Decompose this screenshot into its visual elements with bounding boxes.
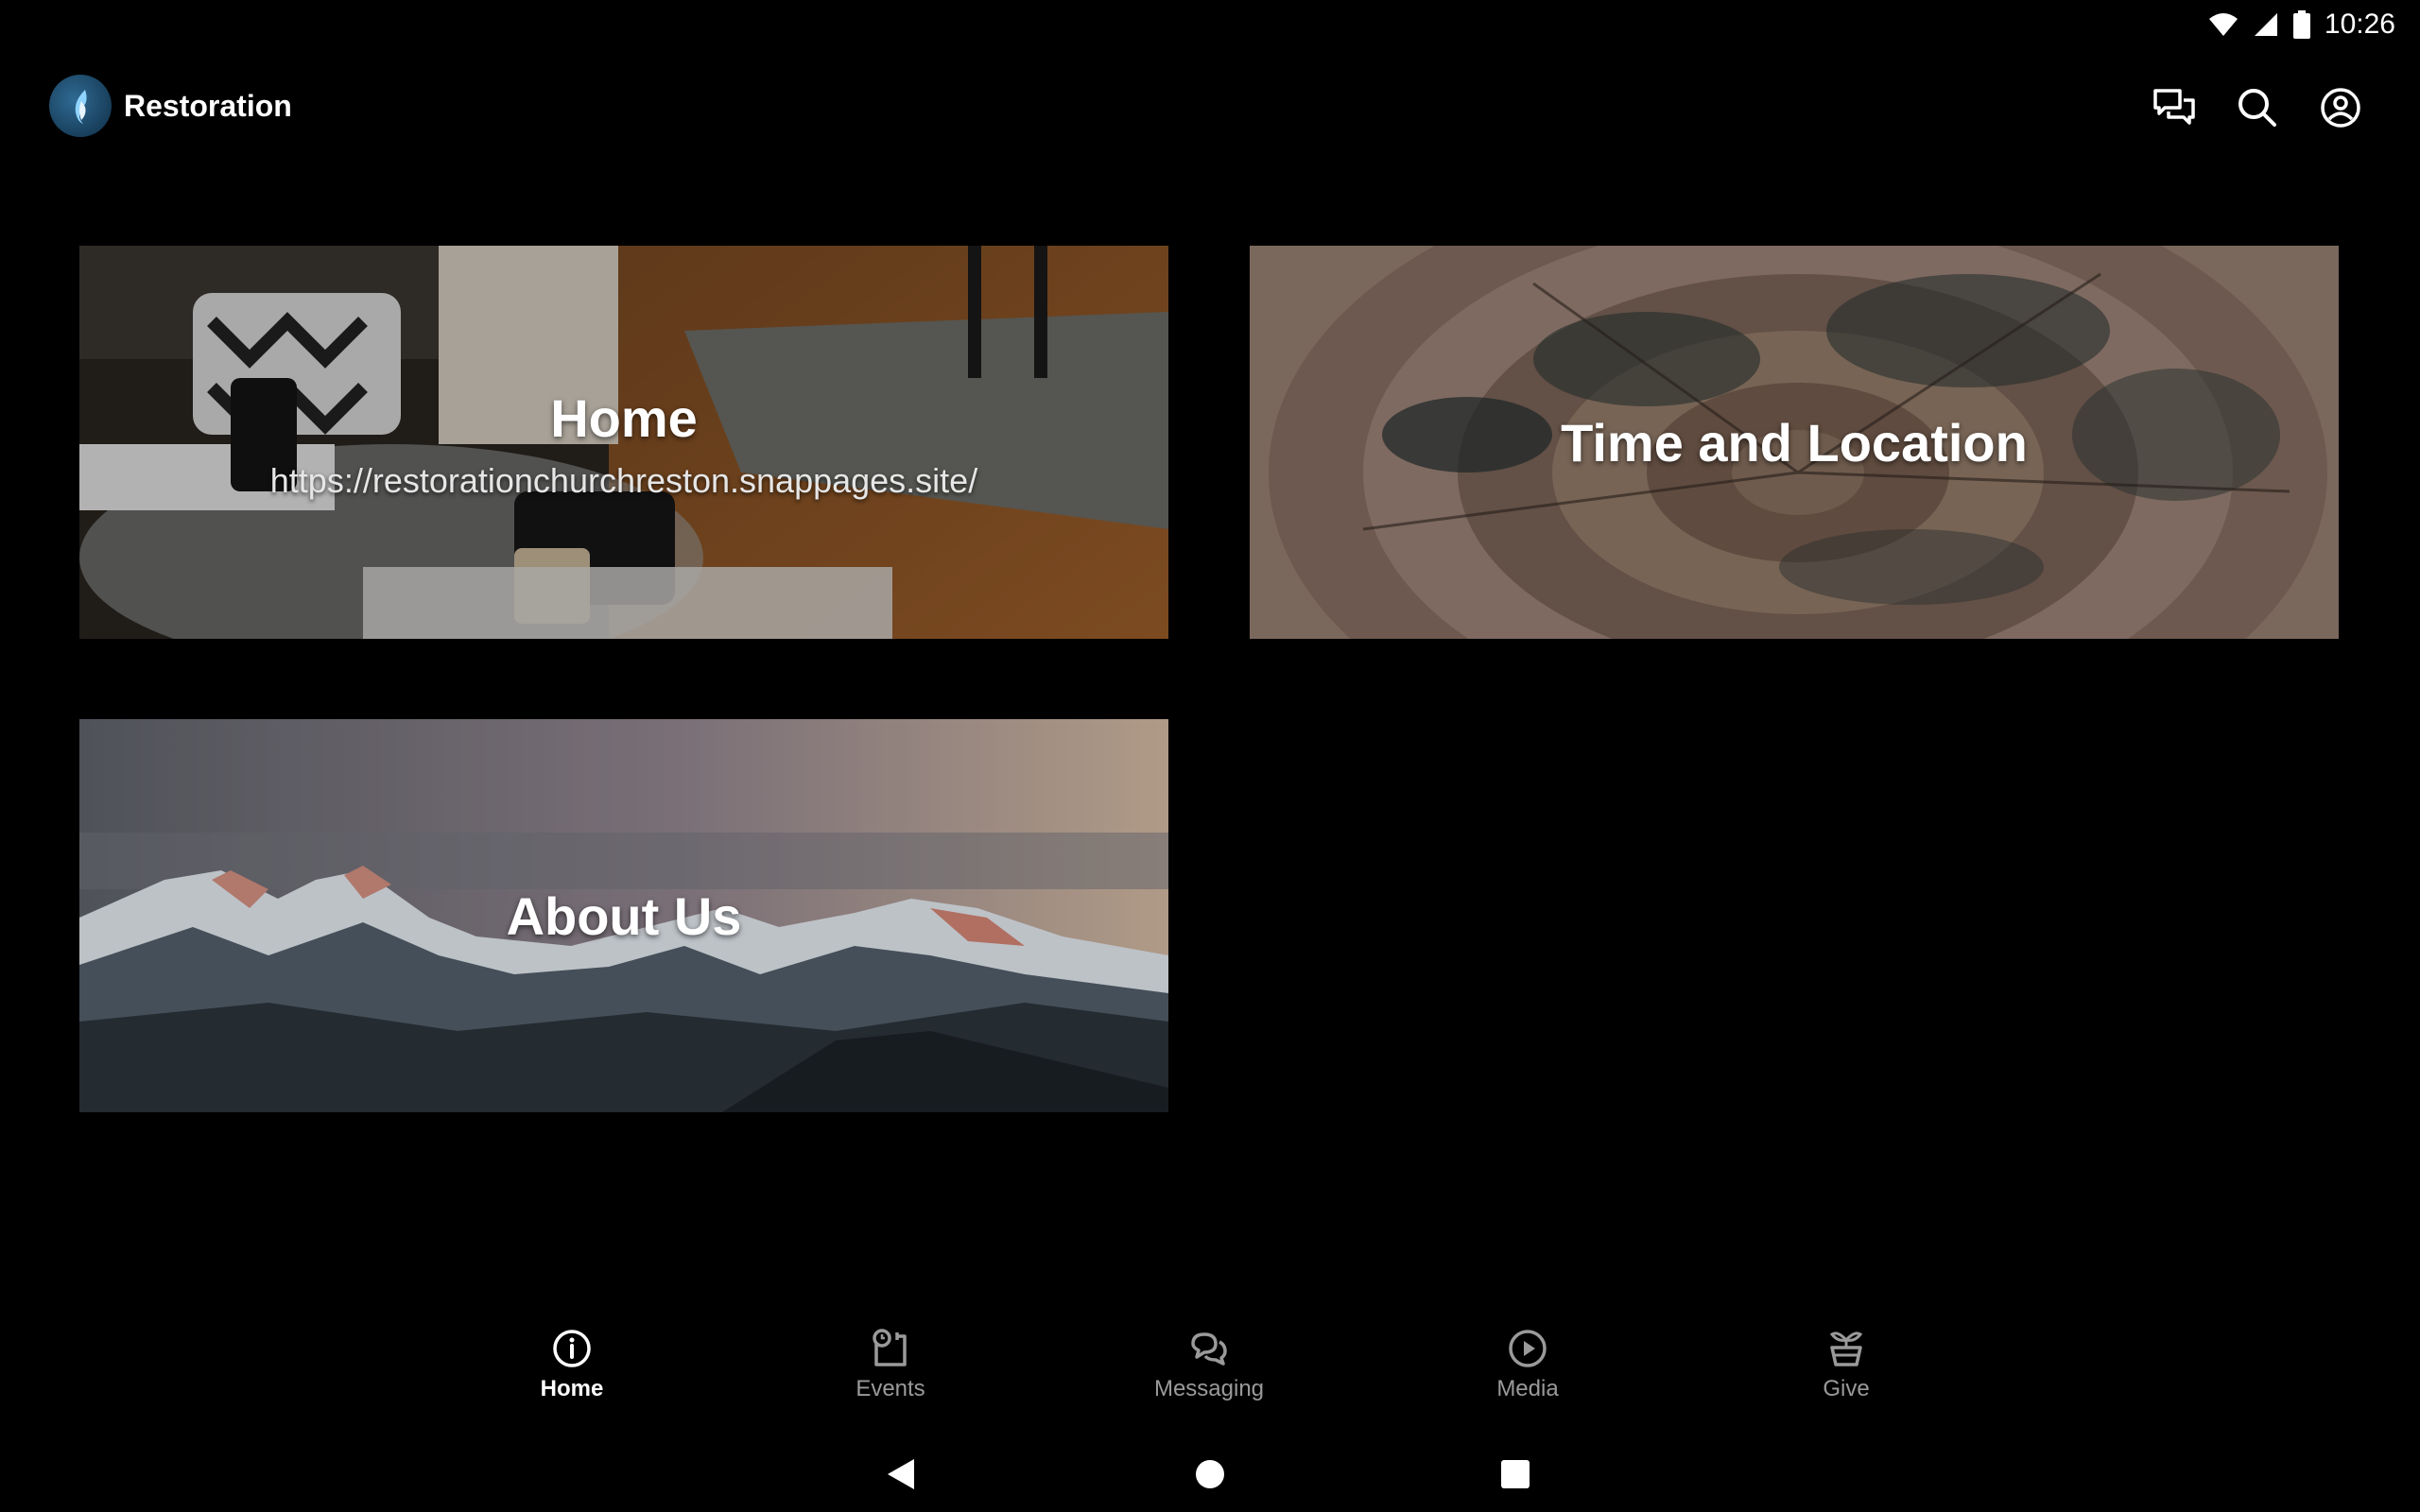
- play-circle-icon: [1509, 1330, 1547, 1367]
- back-icon[interactable]: [874, 1446, 931, 1503]
- app-title: Restoration: [124, 89, 292, 123]
- app-bar: Restoration: [0, 66, 2420, 147]
- system-navigation-bar: [0, 1436, 2420, 1512]
- signal-icon: [2254, 13, 2277, 36]
- card-time-and-location[interactable]: Time and Location: [1250, 246, 2339, 639]
- status-bar: 10:26: [0, 0, 2420, 47]
- nav-events[interactable]: Events: [768, 1314, 1013, 1418]
- status-icons: 10:26: [2207, 6, 2395, 43]
- calendar-clock-icon: [873, 1329, 907, 1366]
- home-circle-icon[interactable]: [1182, 1446, 1238, 1503]
- card-title: Home: [550, 388, 698, 448]
- chat-icon[interactable]: [1322, 83, 1371, 132]
- nav-label: Home: [540, 1376, 604, 1401]
- nav-media[interactable]: Media: [1405, 1314, 1651, 1418]
- account-icon[interactable]: [2316, 83, 2365, 132]
- nav-label: Messaging: [1153, 1376, 1265, 1401]
- nav-messaging[interactable]: Messaging: [1086, 1314, 1332, 1418]
- card-about-us[interactable]: About Us: [79, 719, 1168, 1112]
- status-time: 10:26: [2324, 9, 2395, 40]
- card-title: About Us: [506, 886, 742, 946]
- flame-logo-icon: [75, 90, 87, 124]
- give-plant-icon: [1829, 1332, 1863, 1366]
- app-logo[interactable]: [49, 75, 112, 137]
- nav-label: Media: [1496, 1376, 1559, 1401]
- wifi-icon: [2208, 13, 2238, 36]
- bottom-navigation: Home Events Messaging Media Give: [0, 1314, 2420, 1427]
- chat-icon[interactable]: [2150, 83, 2199, 132]
- card-home[interactable]: Home https://restorationchurchreston.sna…: [79, 246, 1168, 639]
- nav-label: Events: [856, 1376, 925, 1401]
- nav-give[interactable]: Give: [1723, 1314, 1969, 1418]
- battery-icon: [2292, 10, 2310, 39]
- card-subtitle: https://restorationchurchreston.snappage…: [269, 461, 978, 500]
- search-icon[interactable]: [2233, 83, 2282, 132]
- nav-home[interactable]: Home: [449, 1314, 695, 1418]
- messaging-icon: [1191, 1332, 1227, 1366]
- recents-icon[interactable]: [1487, 1446, 1544, 1503]
- nav-label: Give: [1823, 1376, 1870, 1401]
- card-title: Time and Location: [1561, 413, 2028, 472]
- info-icon: [553, 1330, 591, 1367]
